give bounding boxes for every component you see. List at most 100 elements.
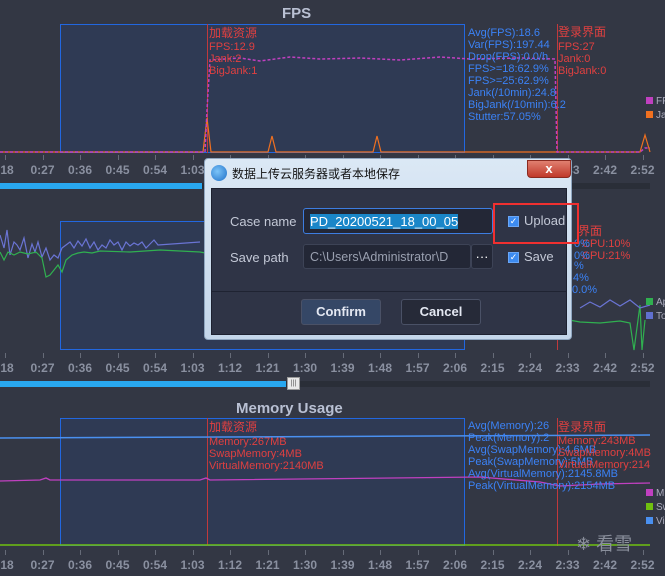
save-path-value: C:\Users\Administrator\D [310,250,449,264]
legend-swatch [646,97,653,104]
legend-item: FP [646,96,665,107]
tick-mark [380,353,381,358]
save-path-input[interactable]: C:\Users\Administrator\D [303,244,471,269]
jank-series-line [0,117,651,153]
tick-label: 0:36 [67,163,93,177]
tick-mark [417,550,419,555]
tick-mark [642,155,644,160]
memory-marker-right-name: 登录界面 [558,420,607,434]
tick-mark [642,550,644,555]
tick-label: 1:39 [330,361,355,375]
tick-mark [605,353,606,358]
legend-swatch [646,503,653,510]
legend-item: Jai [646,110,665,121]
tick-label: 1:30 [292,361,318,375]
legend-label: To [656,311,665,322]
tick-label: 0:27 [30,163,55,177]
tick-label: 2:33 [555,558,580,572]
tick-label: 1:57 [405,558,430,572]
tick-label: 1:03 [180,558,205,572]
tick-mark [117,550,119,555]
memory-marker-right-value: VirtualMemory:214 [558,459,651,471]
legend-label: Jai [656,110,665,121]
tick-mark [492,353,494,358]
legend-label: Ap [656,297,665,308]
save-dialog: 数据上传云服务器或者本地保存 x Case name PD_20200521_1… [204,158,572,340]
legend-item: M [646,488,664,499]
tick-mark [5,155,6,160]
tick-mark [155,353,156,358]
tick-label: 2:24 [517,558,543,572]
legend-swatch [646,111,653,118]
dialog-title: 数据上传云服务器或者本地保存 [232,167,401,181]
cancel-button[interactable]: Cancel [401,299,481,325]
fps-plot [0,56,651,153]
case-name-input[interactable]: PD_20200521_18_00_05 [303,208,493,234]
browse-button[interactable]: ··· [471,244,493,269]
confirm-button[interactable]: Confirm [301,299,381,325]
tick-label: 1:48 [367,558,393,572]
tick-label: 0:27 [30,361,55,375]
tick-mark [230,550,231,555]
legend-swatch [646,489,653,496]
save-path-label: Save path [230,250,289,265]
tick-mark [642,353,644,358]
tick-label: 1:48 [367,361,393,375]
tick-label: 2:52 [630,558,655,572]
tick-mark [567,550,569,555]
legend-label: M [656,488,665,499]
tick-label: 2:06 [442,361,468,375]
tick-mark [530,550,531,555]
tick-mark [5,353,6,358]
legend-label: Sw [656,502,665,513]
app-logo-icon [211,165,227,181]
tick-label: 2:42 [592,163,618,177]
tick-label: 0:54 [142,558,168,572]
cpu-scrollbar-thumb[interactable]: ||| [287,377,300,390]
legend-item: To [646,311,665,322]
cpu-scrollbar[interactable] [0,381,650,387]
close-icon: x [545,161,553,176]
tick-label: 1:03 [180,163,205,177]
tick-mark [155,155,156,160]
tick-mark [42,353,44,358]
cpu-marker-right-fragment: 界面 [578,224,603,238]
tick-mark [80,155,81,160]
tick-label: 2:52 [630,163,655,177]
divider [212,291,566,292]
tick-label: 1:39 [330,558,355,572]
tick-mark [192,155,194,160]
tick-label: 1:12 [217,361,243,375]
cpu-scrollbar-fill [0,381,286,387]
tick-mark [455,550,456,555]
fps-marker-left-value: BigJank:1 [209,65,258,77]
tick-label: :18 [0,558,14,572]
save-checkbox[interactable]: ✓ [508,252,519,263]
tick-label: 1:21 [255,361,280,375]
legend-swatch [646,312,653,319]
tick-label: 0:27 [30,558,55,572]
legend-item: Sw [646,502,665,513]
watermark-text: 看雪 [596,534,633,554]
tick-mark [455,353,456,358]
case-name-value: PD_20200521_18_00_05 [310,214,459,229]
tick-label: :18 [0,163,14,177]
tick-label: 0:45 [105,361,130,375]
close-button[interactable]: x [527,160,571,178]
tick-label: 2:06 [442,558,468,572]
tick-mark [192,353,194,358]
tick-mark [342,353,344,358]
stat-line: Peak(VirtualMemory):2154MB [468,480,616,492]
tick-mark [605,155,606,160]
highlight-box [493,203,579,244]
more-icon: ··· [475,249,489,264]
tick-label: 1:21 [255,558,280,572]
cpu-stat-fragment: 0.0% [572,284,598,296]
tick-label: 1:30 [292,558,318,572]
tick-label: 0:54 [142,361,168,375]
tick-mark [117,353,119,358]
memory-marker-left-value: VirtualMemory:2140MB [209,460,324,472]
legend-item: Ap [646,297,665,308]
tick-mark [305,550,306,555]
tick-label: 1:12 [217,558,243,572]
